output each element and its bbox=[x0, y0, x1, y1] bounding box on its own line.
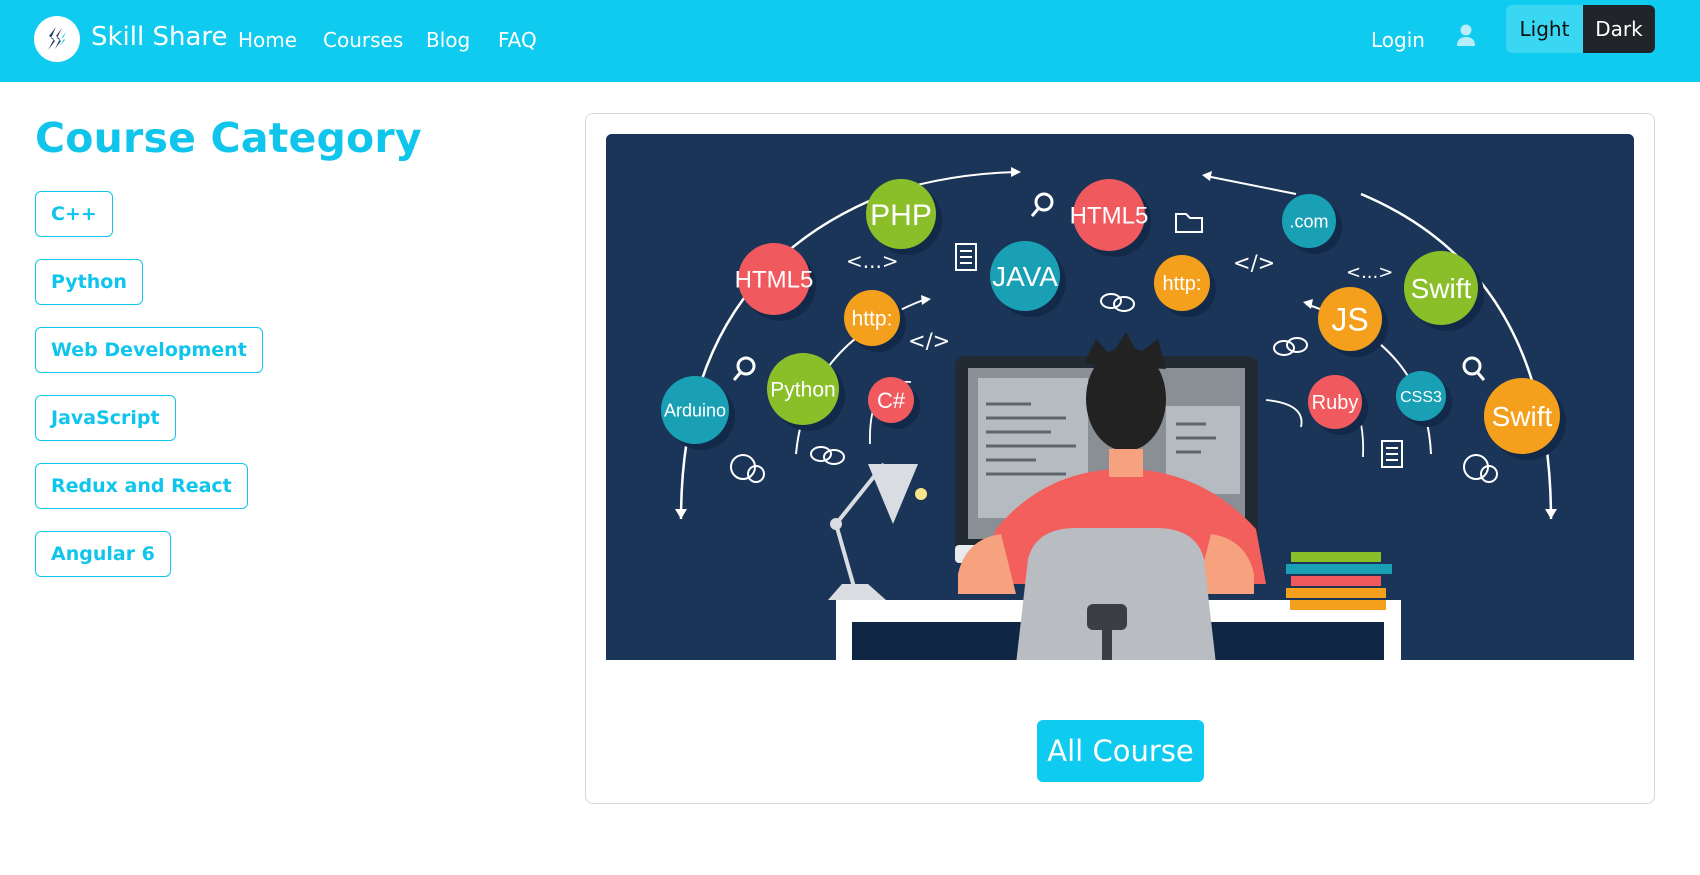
category-button-python[interactable]: Python bbox=[35, 259, 143, 305]
hero-code-tag: <...> bbox=[846, 249, 899, 273]
login-link[interactable]: Login bbox=[1371, 27, 1425, 53]
tech-bubble-label: Arduino bbox=[664, 400, 726, 420]
hero-illustration: <...> </> </> <...> PHP HTML5 JAVA .com HTML… bbox=[606, 134, 1634, 660]
tech-bubble-label: Swift bbox=[1492, 401, 1553, 432]
nav-link-home[interactable]: Home bbox=[238, 27, 297, 53]
brand-name: Skill Share bbox=[91, 22, 228, 52]
nav-link-blog[interactable]: Blog bbox=[426, 27, 470, 53]
theme-dark-button[interactable]: Dark bbox=[1583, 5, 1655, 53]
tech-bubble-label: Python bbox=[770, 379, 835, 402]
brand-link[interactable]: Skill Share bbox=[34, 16, 228, 62]
tech-bubble-label: JS bbox=[1331, 302, 1368, 338]
tech-bubble-label: CSS3 bbox=[1400, 389, 1442, 406]
all-course-button[interactable]: All Course bbox=[1037, 720, 1204, 782]
course-card: <...> </> </> <...> PHP HTML5 JAVA .com HTML… bbox=[585, 113, 1655, 804]
theme-toggle-group: Light Dark bbox=[1506, 5, 1655, 53]
tech-bubble-label: HTML5 bbox=[1070, 203, 1149, 230]
nav-link-courses[interactable]: Courses bbox=[323, 27, 403, 53]
course-category-list: C++ Python Web Development JavaScript Re… bbox=[35, 191, 263, 599]
hero-code-tag: </> bbox=[1233, 251, 1275, 275]
category-button-redux-react[interactable]: Redux and React bbox=[35, 463, 248, 509]
tech-bubble-label: C# bbox=[877, 388, 906, 413]
tech-bubble-label: http: bbox=[852, 308, 893, 331]
theme-light-button[interactable]: Light bbox=[1506, 5, 1583, 53]
tech-bubble-label: JAVA bbox=[992, 261, 1058, 292]
top-navbar: Skill Share Home Courses Blog FAQ Login … bbox=[0, 0, 1700, 82]
nav-link-faq[interactable]: FAQ bbox=[498, 27, 537, 53]
user-icon[interactable] bbox=[1454, 20, 1478, 50]
skillshare-s-icon bbox=[34, 16, 80, 62]
tech-bubble-label: http: bbox=[1163, 273, 1202, 295]
tech-bubble-label: .com bbox=[1289, 211, 1328, 231]
category-button-javascript[interactable]: JavaScript bbox=[35, 395, 176, 441]
category-button-cpp[interactable]: C++ bbox=[35, 191, 113, 237]
category-button-angular[interactable]: Angular 6 bbox=[35, 531, 171, 577]
tech-bubble-label: Swift bbox=[1411, 273, 1472, 304]
tech-bubble-label: Ruby bbox=[1312, 392, 1359, 414]
hero-code-tag: <...> bbox=[1346, 262, 1393, 283]
course-category-title: Course Category bbox=[35, 114, 422, 162]
hero-code-tag: </> bbox=[908, 329, 950, 353]
category-button-web-development[interactable]: Web Development bbox=[35, 327, 263, 373]
tech-bubble-label: PHP bbox=[870, 199, 932, 232]
tech-bubble-label: HTML5 bbox=[735, 267, 814, 294]
